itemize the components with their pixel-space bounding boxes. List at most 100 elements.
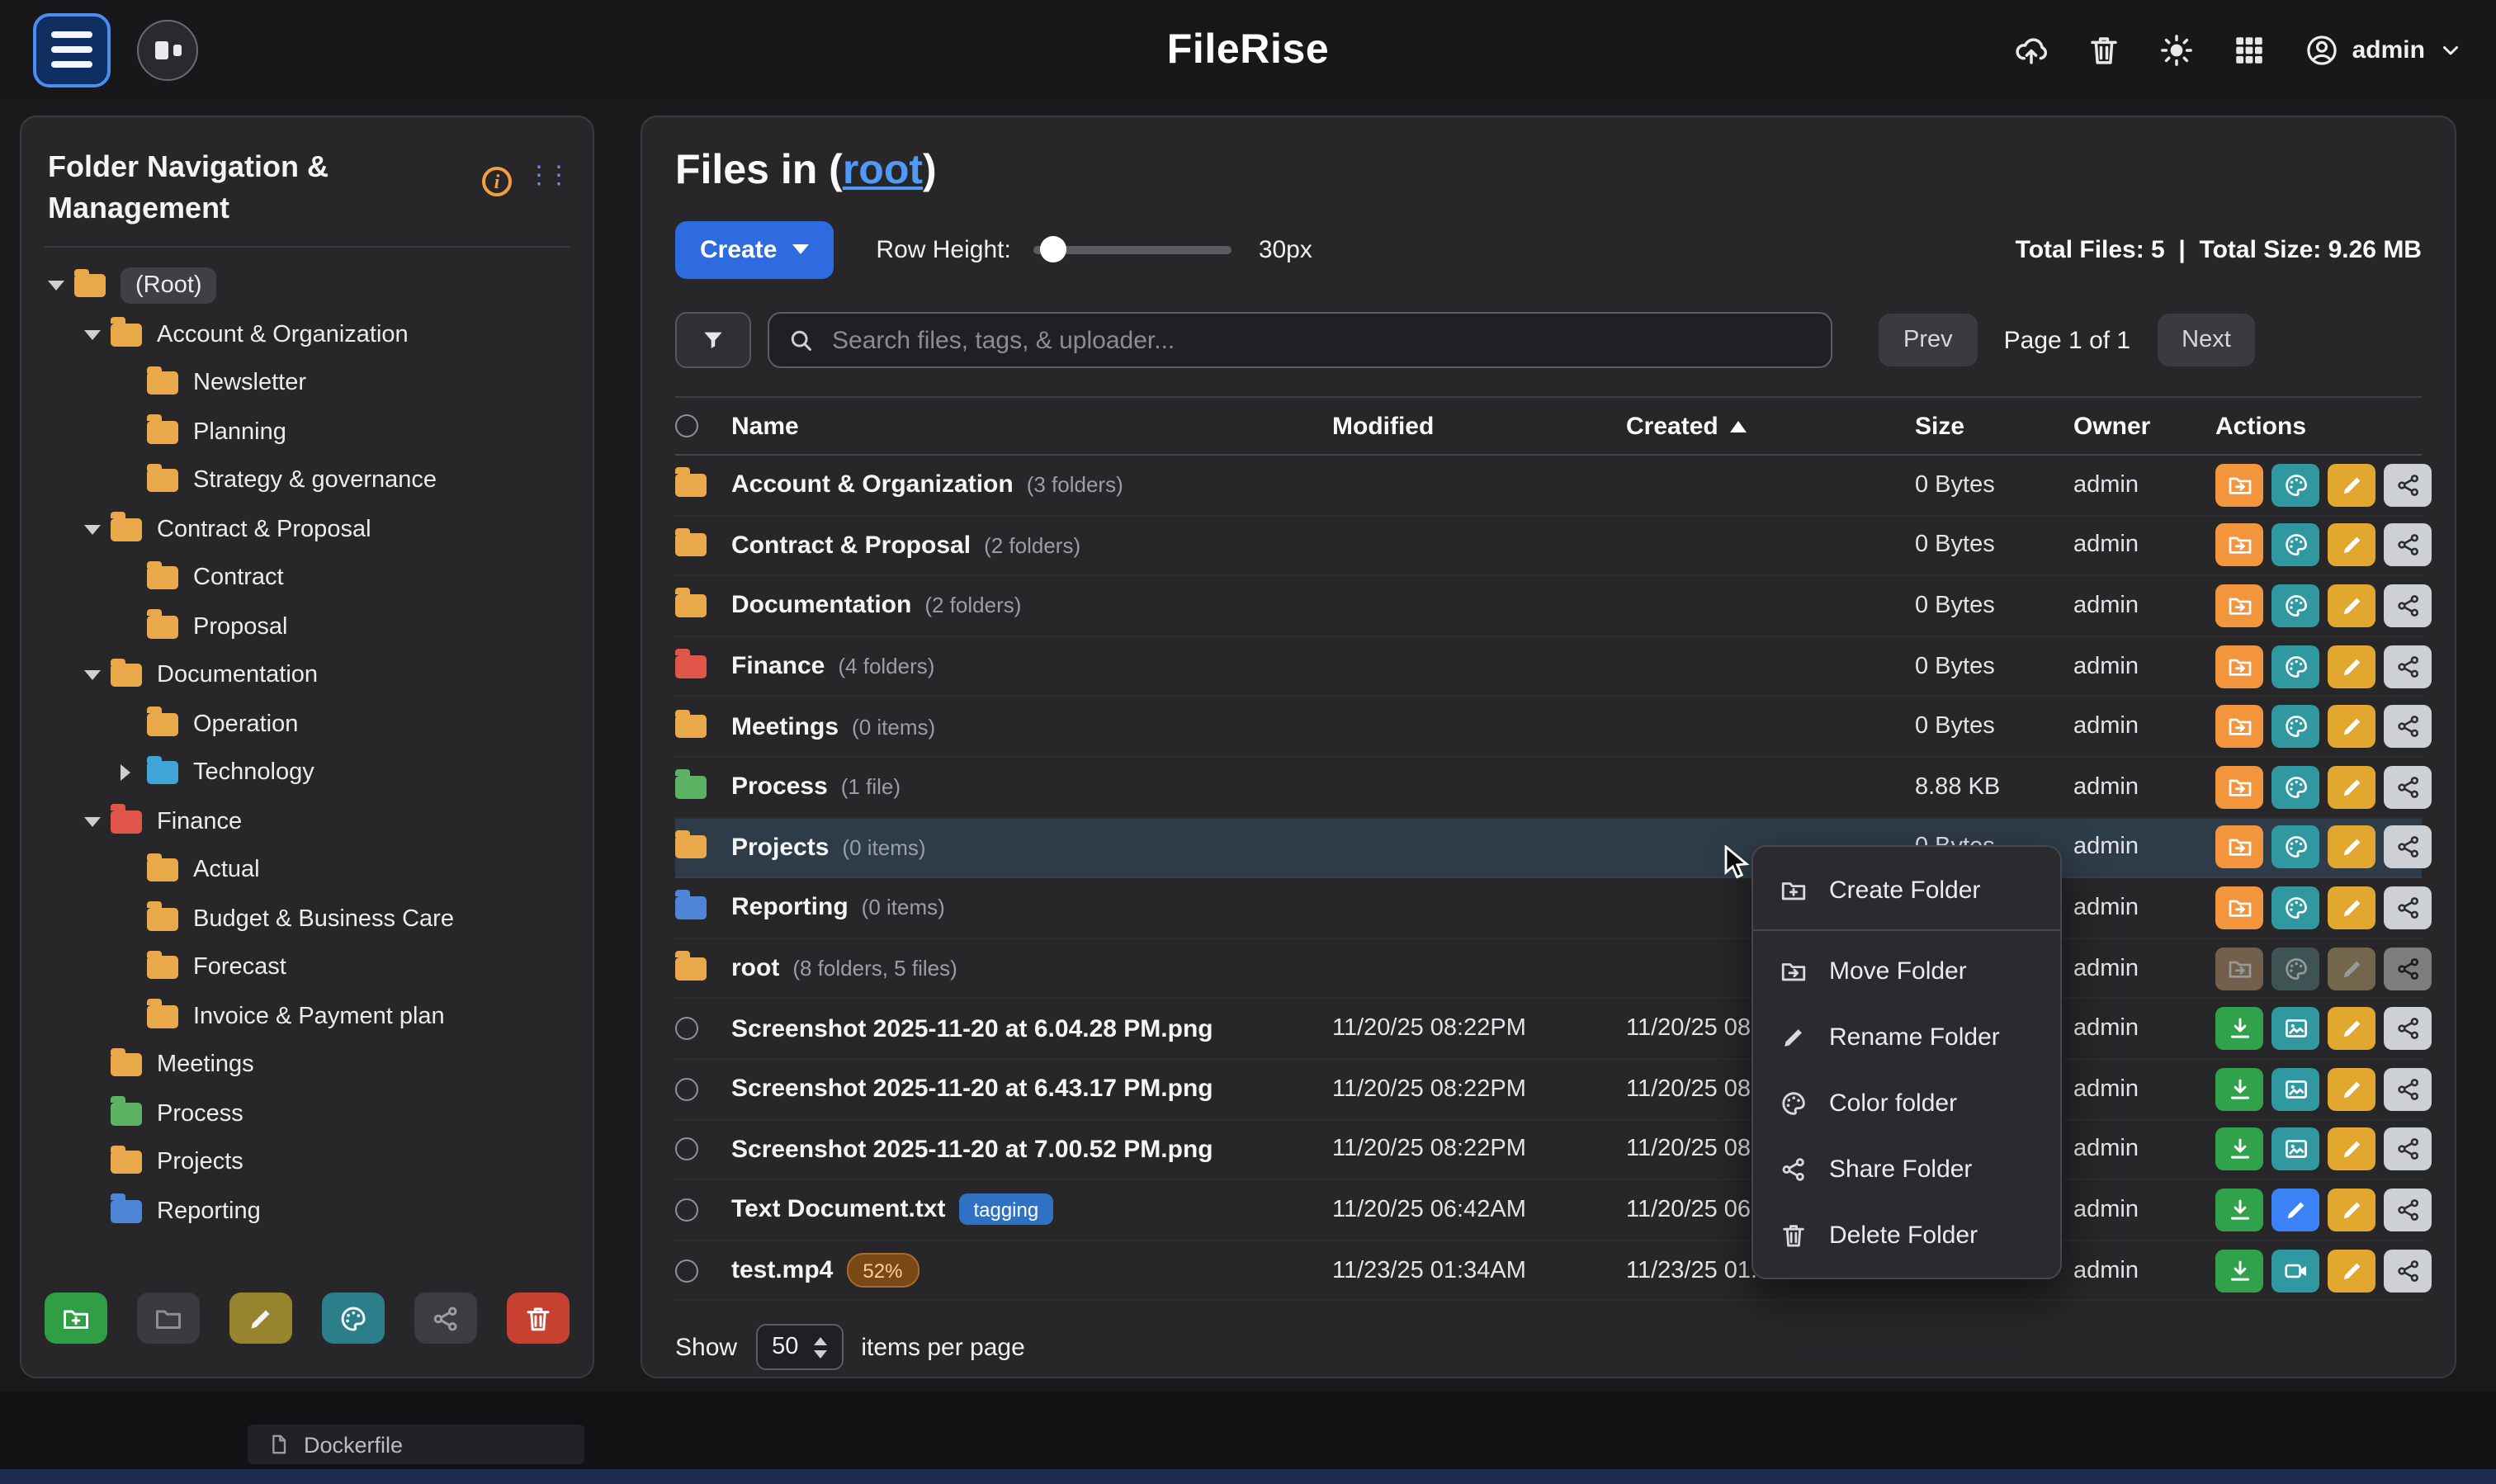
row-height-slider[interactable] bbox=[1034, 245, 1232, 253]
table-row[interactable]: Screenshot 2025-11-20 at 6.43.17 PM.png … bbox=[675, 1060, 2422, 1120]
rename-button[interactable] bbox=[2328, 1067, 2375, 1110]
color-folder-button[interactable] bbox=[2271, 705, 2319, 748]
share-button[interactable] bbox=[2384, 1249, 2432, 1292]
file-name[interactable]: Screenshot 2025-11-20 at 6.04.28 PM.png bbox=[731, 1014, 1213, 1042]
tree-item[interactable]: Contract & Proposal bbox=[45, 505, 570, 554]
tree-item[interactable]: Budget & Business Care bbox=[45, 895, 570, 943]
row-checkbox[interactable] bbox=[675, 1138, 698, 1161]
caret-icon[interactable] bbox=[84, 524, 111, 534]
share-button[interactable] bbox=[2384, 1007, 2432, 1050]
tree-item[interactable]: Operation bbox=[45, 700, 570, 749]
rename-button[interactable] bbox=[2328, 645, 2375, 688]
menu-share-folder[interactable]: Share Folder bbox=[1753, 1136, 2060, 1202]
color-folder-button[interactable] bbox=[2271, 584, 2319, 627]
file-name[interactable]: Contract & Proposal bbox=[731, 532, 971, 560]
share-button[interactable] bbox=[2384, 464, 2432, 507]
rename-button[interactable] bbox=[2328, 886, 2375, 929]
tree-item[interactable]: Projects bbox=[45, 1138, 570, 1187]
create-folder-button[interactable] bbox=[45, 1293, 107, 1344]
preview-button[interactable] bbox=[2271, 1007, 2319, 1050]
slider-knob[interactable] bbox=[1041, 236, 1067, 262]
share-button[interactable] bbox=[2384, 947, 2432, 990]
rename-button[interactable] bbox=[2328, 1189, 2375, 1231]
rename-button[interactable] bbox=[2328, 766, 2375, 809]
tree-item[interactable]: Forecast bbox=[45, 943, 570, 992]
caret-icon[interactable] bbox=[84, 329, 111, 339]
move-folder-button[interactable] bbox=[2215, 947, 2263, 990]
file-name[interactable]: Meetings bbox=[731, 712, 839, 740]
table-row[interactable]: test.mp4 52% 11/23/25 01:34AM 11/23/25 0… bbox=[675, 1241, 2422, 1301]
rename-folder-button[interactable] bbox=[229, 1293, 292, 1344]
row-checkbox[interactable] bbox=[675, 1077, 698, 1100]
table-row[interactable]: Screenshot 2025-11-20 at 7.00.52 PM.png … bbox=[675, 1120, 2422, 1180]
table-row[interactable]: Text Document.txt tagging 11/20/25 06:42… bbox=[675, 1180, 2422, 1241]
info-icon[interactable] bbox=[482, 167, 512, 196]
column-created[interactable]: Created bbox=[1626, 412, 1915, 440]
tree-item[interactable]: Newsletter bbox=[45, 359, 570, 408]
tree-item[interactable]: Planning bbox=[45, 408, 570, 456]
upload-button[interactable] bbox=[2014, 32, 2049, 67]
rename-button[interactable] bbox=[2328, 705, 2375, 748]
items-per-page-select[interactable]: 50 bbox=[755, 1325, 843, 1371]
edit-button[interactable] bbox=[2271, 1189, 2319, 1231]
column-name[interactable]: Name bbox=[731, 412, 1332, 440]
file-name[interactable]: Reporting bbox=[731, 894, 849, 922]
preview-button[interactable] bbox=[2271, 1067, 2319, 1110]
theme-toggle-button[interactable] bbox=[2159, 32, 2194, 67]
table-row[interactable]: Projects (0 items) 0 Bytes admin bbox=[675, 818, 2422, 878]
rename-button[interactable] bbox=[2328, 1007, 2375, 1050]
file-name[interactable]: test.mp4 bbox=[731, 1256, 833, 1284]
file-name[interactable]: Screenshot 2025-11-20 at 7.00.52 PM.png bbox=[731, 1136, 1213, 1164]
table-row[interactable]: Reporting (0 items) admin bbox=[675, 878, 2422, 938]
caret-icon[interactable] bbox=[121, 764, 147, 781]
move-folder-button[interactable] bbox=[2215, 766, 2263, 809]
menu-rename-folder[interactable]: Rename Folder bbox=[1753, 1004, 2060, 1070]
table-row[interactable]: Screenshot 2025-11-20 at 6.04.28 PM.png … bbox=[675, 1000, 2422, 1060]
drag-handle-icon[interactable] bbox=[527, 163, 566, 188]
caret-icon[interactable] bbox=[84, 816, 111, 826]
file-name[interactable]: Projects bbox=[731, 834, 829, 862]
move-folder-button[interactable] bbox=[2215, 584, 2263, 627]
caret-icon[interactable] bbox=[48, 281, 74, 291]
rename-button[interactable] bbox=[2328, 826, 2375, 869]
menu-delete-folder[interactable]: Delete Folder bbox=[1753, 1202, 2060, 1268]
prev-page-button[interactable]: Prev bbox=[1879, 314, 1978, 366]
column-size[interactable]: Size bbox=[1915, 412, 2073, 440]
download-button[interactable] bbox=[2215, 1189, 2263, 1231]
share-button[interactable] bbox=[2384, 766, 2432, 809]
layout-toggle-button[interactable] bbox=[137, 19, 198, 80]
color-folder-button[interactable] bbox=[2271, 826, 2319, 869]
column-owner[interactable]: Owner bbox=[2073, 412, 2215, 440]
root-link[interactable]: root bbox=[843, 147, 923, 193]
file-name[interactable]: Account & Organization bbox=[731, 471, 1014, 499]
row-checkbox[interactable] bbox=[675, 1259, 698, 1282]
color-folder-button[interactable] bbox=[2271, 464, 2319, 507]
select-all-checkbox[interactable] bbox=[675, 414, 698, 437]
row-checkbox[interactable] bbox=[675, 1017, 698, 1040]
file-name[interactable]: Screenshot 2025-11-20 at 6.43.17 PM.png bbox=[731, 1075, 1213, 1103]
color-folder-button[interactable] bbox=[322, 1293, 385, 1344]
share-button[interactable] bbox=[2384, 584, 2432, 627]
tree-item[interactable]: Meetings bbox=[45, 1041, 570, 1089]
rename-button[interactable] bbox=[2328, 524, 2375, 567]
download-button[interactable] bbox=[2215, 1007, 2263, 1050]
share-button[interactable] bbox=[2384, 524, 2432, 567]
file-name[interactable]: Documentation bbox=[731, 592, 911, 620]
rename-button[interactable] bbox=[2328, 1249, 2375, 1292]
share-button[interactable] bbox=[2384, 1189, 2432, 1231]
tree-item[interactable]: Finance bbox=[45, 797, 570, 846]
share-button[interactable] bbox=[2384, 645, 2432, 688]
share-button[interactable] bbox=[2384, 826, 2432, 869]
tree-item[interactable]: Technology bbox=[45, 749, 570, 797]
table-row[interactable]: root (8 folders, 5 files) admin bbox=[675, 939, 2422, 1000]
file-name[interactable]: Process bbox=[731, 773, 828, 801]
trash-button[interactable] bbox=[2087, 32, 2121, 67]
move-folder-button[interactable] bbox=[2215, 886, 2263, 929]
file-name[interactable]: root bbox=[731, 954, 779, 982]
download-button[interactable] bbox=[2215, 1249, 2263, 1292]
move-folder-button[interactable] bbox=[2215, 645, 2263, 688]
table-row[interactable]: Contract & Proposal (2 folders) 0 Bytes … bbox=[675, 516, 2422, 576]
tree-item[interactable]: Actual bbox=[45, 846, 570, 895]
preview-button[interactable] bbox=[2271, 1128, 2319, 1171]
table-row[interactable]: Account & Organization (3 folders) 0 Byt… bbox=[675, 456, 2422, 516]
